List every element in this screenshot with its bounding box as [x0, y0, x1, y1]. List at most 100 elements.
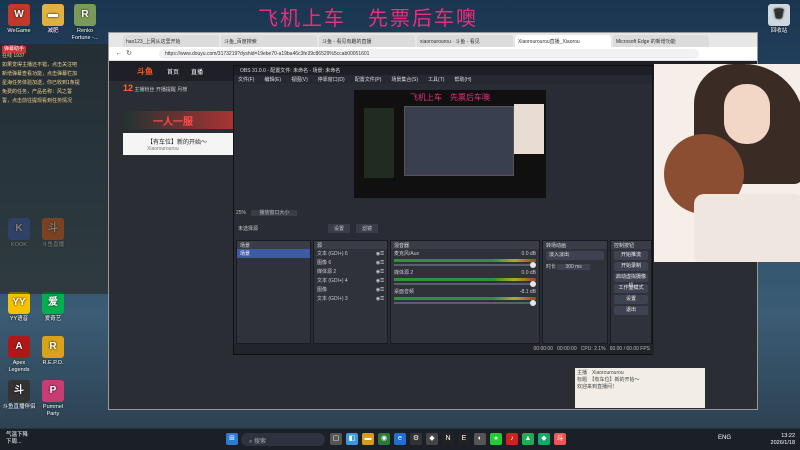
app-icon[interactable]: ◆	[426, 433, 438, 445]
desktop-icon-label: 减肥	[47, 28, 59, 34]
weather-widget[interactable]: 气温下降 下周...	[6, 432, 28, 446]
source-item[interactable]: 文本 (GDI+) 4 ◉ ⚿	[314, 276, 387, 285]
control-button[interactable]: 退出	[614, 306, 648, 315]
lock-icon[interactable]: ⚿	[380, 260, 384, 266]
browser-tab[interactable]: 斗鱼_百度搜索	[221, 35, 317, 47]
game-launcher-icon[interactable]: ▲	[522, 433, 534, 445]
tab-bar: hao123_上网从这里开始 斗鱼_百度搜索 斗鱼 - 看见有趣的直播 xiaorou…	[109, 33, 757, 47]
epic-icon[interactable]: E	[458, 433, 470, 445]
obs-menu-item[interactable]: 工具(T)	[428, 76, 444, 83]
desktop-icon-9[interactable]: 斗斗鱼直播伴侣	[2, 380, 36, 411]
control-button[interactable]: 开始录制	[614, 262, 648, 271]
steam-icon[interactable]: ⚙	[410, 433, 422, 445]
mixer-channel: 媒体源 2 0.0 dB	[391, 268, 539, 287]
lock-icon[interactable]: ⚿	[380, 269, 384, 275]
control-button[interactable]: 设置	[614, 295, 648, 304]
edge-icon[interactable]: e	[394, 433, 406, 445]
desktop-icon-10[interactable]: P Pummel Party	[36, 380, 70, 417]
source-toolbar: 未选择源 设置 滤镜	[238, 222, 648, 234]
webcam-overlay	[654, 64, 800, 262]
mixer-channel: 麦克风/Aux 0.0 dB	[391, 249, 539, 268]
obs-menu-item[interactable]: 视图(V)	[291, 76, 308, 83]
obs-menu-item[interactable]: 配置文件(P)	[355, 76, 382, 83]
lock-icon[interactable]: ⚿	[380, 287, 384, 293]
desktop-icon-6[interactable]: 爱爱奇艺	[36, 292, 70, 323]
widgets-icon[interactable]: ◧	[346, 433, 358, 445]
refresh-icon[interactable]: ↻	[125, 50, 133, 58]
clock[interactable]: 13:22 2026/1/18	[745, 433, 795, 447]
volume-slider[interactable]	[394, 262, 536, 268]
lock-icon[interactable]: ⚿	[380, 278, 384, 284]
danmaku-panel: 弹幕助手 在线 1937 如果觉得主播还不错，点击关注吧 新增弹幕查看功能，点击弹幕…	[0, 44, 108, 294]
browser-tab[interactable]: 斗鱼 - 看见有趣的直播	[319, 35, 415, 47]
desktop-icon-7[interactable]: A Apex Legends	[2, 336, 36, 373]
obs-menu-item[interactable]: 停靠窗口(D)	[318, 76, 345, 83]
desktop-icon-label: 斗鱼直播伴侣	[2, 404, 36, 410]
desktop-icon-0[interactable]: W WeGame	[2, 4, 36, 35]
control-button[interactable]: 启动虚拟摄像机	[614, 273, 648, 289]
preview-nested-capture	[404, 106, 514, 176]
streamer-name[interactable]: Xiaorourourou	[147, 146, 229, 152]
explorer-icon[interactable]: ▬	[362, 433, 374, 445]
source-item[interactable]: 图像 6 ◉ ⚿	[314, 258, 387, 267]
filters-button[interactable]: 滤镜	[356, 223, 379, 233]
douyu-logo[interactable]: 斗鱼	[137, 66, 153, 77]
language-indicator[interactable]: ENG	[718, 435, 731, 441]
obs-menubar: 文件(F) 编辑(E) 视图(V) 停靠窗口(D) 配置文件(P) 场景集合(S) 工具(T…	[234, 75, 652, 84]
lock-icon[interactable]: ⚿	[380, 251, 384, 257]
room-chat: 主播 Xiaorourourou 标题 【有车位】新的开始～ 欢迎来到直播间！	[575, 368, 705, 408]
apex-icon: A	[8, 336, 30, 358]
volume-slider[interactable]	[394, 300, 536, 306]
browser-tab[interactable]: xiaorourourou · 斗鱼 - 看见	[417, 35, 513, 47]
desktop-icon-2[interactable]: R Renko Fortune -...	[68, 4, 102, 41]
browser-tab[interactable]: Xiaorourourou直播_Xiaorou	[515, 35, 611, 47]
source-item[interactable]: 文本 (GDI+) 6 ◉ ⚿	[314, 249, 387, 258]
wegame-icon: W	[8, 4, 30, 26]
chat-message: 在线 1937	[2, 53, 25, 59]
desktop-icon-8[interactable]: R R.E.P.O.	[36, 336, 70, 367]
duration-input[interactable]: 300 ms	[557, 263, 590, 270]
chat-message: 誓，点击前往提现看到任务情况	[2, 98, 73, 104]
obs-menu-item[interactable]: 文件(F)	[238, 76, 254, 83]
zoom-readout[interactable]: 25% 播放窗口大小	[236, 209, 298, 216]
obs-menu-item[interactable]: 编辑(E)	[264, 76, 281, 83]
browser-tab[interactable]: Microsoft Edge 的新增功能	[613, 35, 709, 47]
address-row: ← ↻ https://www.douyu.com/3173219?dyshid…	[109, 47, 757, 61]
notion-icon[interactable]: N	[442, 433, 454, 445]
nav-home[interactable]: 首页	[167, 67, 179, 76]
obs-menu-item[interactable]: 场景集合(S)	[391, 76, 418, 83]
iqiyi-icon: 爱	[42, 292, 64, 314]
nav-live[interactable]: 直播	[191, 67, 203, 76]
desktop-icon-label: R.E.P.O.	[42, 360, 64, 366]
source-item[interactable]: 文本 (GDI+) 3 ◉ ⚿	[314, 294, 387, 303]
scene-item[interactable]: 场景	[237, 249, 310, 258]
control-button[interactable]: 工作室模式	[614, 284, 648, 293]
obs-window: OBS 31.0.0 - 配置文件: 未命名 - 场景: 未命名 文件(F) 编辑…	[233, 65, 654, 355]
properties-button[interactable]: 设置	[328, 223, 351, 233]
recycle-bin[interactable]: 🗑 回收站	[762, 4, 796, 35]
control-button[interactable]: 开始推流	[614, 251, 648, 260]
obs-menu-item[interactable]: 帮助(H)	[454, 76, 471, 83]
desktop-icon-5[interactable]: YY YY语音	[2, 292, 36, 323]
obs-icon[interactable]: ◐	[474, 433, 486, 445]
douyu-taskbar-icon[interactable]: 斗	[554, 433, 566, 445]
face-shape	[724, 84, 770, 144]
source-item[interactable]: 媒体源 2 ◉ ⚿	[314, 267, 387, 276]
wechat-icon[interactable]: ◉	[378, 433, 390, 445]
green-app-icon[interactable]: ◆	[538, 433, 550, 445]
lock-icon[interactable]: ⚿	[380, 296, 384, 302]
chat-icon[interactable]: ●	[490, 433, 502, 445]
netease-music-icon[interactable]: ♪	[506, 433, 518, 445]
transition-select[interactable]: 淡入淡出	[546, 251, 604, 260]
search-box[interactable]: ⌕ 搜索	[241, 433, 325, 446]
task-view-icon[interactable]: ▢	[330, 433, 342, 445]
back-icon[interactable]: ←	[115, 50, 123, 58]
browser-tab[interactable]: hao123_上网从这里开始	[123, 35, 219, 47]
source-item[interactable]: 图像 ◉ ⚿	[314, 285, 387, 294]
start-icon[interactable]: ⊞	[226, 433, 238, 445]
volume-slider[interactable]	[394, 281, 536, 287]
desktop-icon-1[interactable]: ▬ 减肥	[36, 4, 70, 35]
obs-preview[interactable]: 飞机上车 先票后车噢	[354, 90, 546, 198]
address-bar[interactable]: https://www.douyu.com/3173219?dyshid=19e…	[159, 48, 699, 59]
desktop-icon-label: WeGame	[7, 28, 31, 34]
